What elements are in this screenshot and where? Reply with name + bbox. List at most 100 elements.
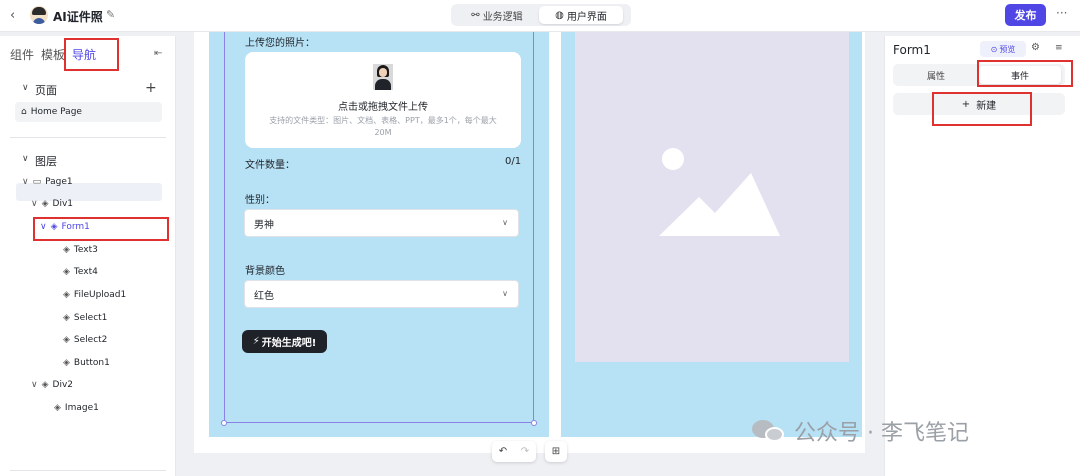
page-item-label: Home Page <box>30 107 82 117</box>
tree-item-label: Div1 <box>52 199 73 209</box>
highlight-box-events <box>977 60 1073 87</box>
highlight-box-nav <box>64 38 119 71</box>
chevron-left-icon[interactable]: ‹ <box>10 8 15 23</box>
file-count-label: 文件数量： <box>245 160 295 171</box>
tree-item-text3[interactable]: ◈ Text3 <box>63 245 98 255</box>
upload-main-text: 点击或拖拽文件上传 <box>338 102 428 113</box>
tree-item-fileupload1[interactable]: ◈ FileUpload1 <box>63 290 126 300</box>
flow-icon: ⚯ <box>471 9 480 21</box>
upload-hint-text: 支持的文件类型：图片、文档、表格、PPT，最多1个，每个最大 20M <box>269 116 497 137</box>
tree-item-div2[interactable]: ∨ ◈ Div2 <box>31 380 73 390</box>
layer-icon: ◈ <box>63 290 70 300</box>
tree-item-image1[interactable]: ◈ Image1 <box>54 403 99 413</box>
divider <box>10 137 166 138</box>
highlight-box-new <box>932 92 1032 126</box>
chevron-down-icon: ∨ <box>502 289 508 298</box>
tab-properties[interactable]: 属性 <box>895 66 977 84</box>
tree-item-page1[interactable]: ∨ ▭ Page1 <box>22 177 73 187</box>
layer-icon: ◈ <box>41 199 49 209</box>
page-icon: ▭ <box>32 177 42 187</box>
play-icon: ⊙ <box>990 44 998 54</box>
layer-icon: ◈ <box>63 267 70 277</box>
image-placeholder-icon <box>659 148 780 236</box>
tree-item-label: FileUpload1 <box>73 290 127 300</box>
home-icon: ⌂ <box>21 107 27 117</box>
chevron-down-icon: ∨ <box>22 177 29 187</box>
gear-icon[interactable]: ⚙ <box>1031 42 1040 53</box>
generate-button-label: 开始生成吧! <box>261 338 317 349</box>
tab-user-interface[interactable]: ◍ 用户界面 <box>539 6 623 24</box>
tree-item-label: Select1 <box>73 313 108 323</box>
preview-button[interactable]: ⊙ 预览 <box>980 41 1026 57</box>
layer-icon: ◈ <box>63 335 70 345</box>
layer-icon: ◈ <box>63 313 70 323</box>
palette-icon: ◍ <box>555 9 564 21</box>
tree-item-label: Select2 <box>73 335 108 345</box>
collapse-panel-icon[interactable]: ⇤ <box>154 48 162 59</box>
tree-item-label: Div2 <box>52 380 73 390</box>
add-page-icon[interactable]: + <box>145 80 157 96</box>
chevron-down-icon: ∨ <box>31 380 38 390</box>
tab-user-interface-label: 用户界面 <box>566 11 607 23</box>
redo-icon[interactable]: ↷ <box>521 446 529 457</box>
tree-item-label: Text3 <box>73 245 98 255</box>
gender-label: 性别： <box>245 195 275 206</box>
layers-section-title: 图层 <box>35 155 57 168</box>
gender-select[interactable]: 男神 ∨ <box>244 209 519 237</box>
resize-handle[interactable] <box>531 420 537 426</box>
collapse-right-panel-icon[interactable]: ≡ <box>1055 43 1063 53</box>
add-screen-button[interactable]: ⊞ <box>545 441 567 462</box>
edit-icon[interactable]: ✎ <box>106 8 115 21</box>
tree-item-text4[interactable]: ◈ Text4 <box>63 267 98 277</box>
wechat-icon <box>752 417 786 445</box>
tab-components[interactable]: 组件 <box>10 46 34 63</box>
pages-section-title: 页面 <box>35 84 57 97</box>
divider <box>10 470 166 471</box>
selected-component-title: Form1 <box>893 43 931 57</box>
bg-color-select-value: 红色 <box>254 290 274 302</box>
tree-item-select1[interactable]: ◈ Select1 <box>63 313 107 323</box>
undo-redo-bar: ↶ ↷ <box>492 441 536 462</box>
layer-icon: ◈ <box>41 380 49 390</box>
watermark: 公众号 · 李飞笔记 <box>752 413 969 449</box>
tree-item-select2[interactable]: ◈ Select2 <box>63 335 107 345</box>
bg-color-label: 背景颜色 <box>245 266 285 277</box>
tree-item-div1[interactable]: ∨ ◈ Div1 <box>31 199 73 209</box>
tree-item-label: Image1 <box>64 403 99 413</box>
highlight-box-form1 <box>33 217 169 241</box>
gender-select-value: 男神 <box>254 219 274 231</box>
tree-item-button1[interactable]: ◈ Button1 <box>63 358 110 368</box>
tab-templates[interactable]: 模板 <box>41 46 65 63</box>
undo-icon[interactable]: ↶ <box>499 446 507 457</box>
chevron-down-icon[interactable]: ∨ <box>22 83 29 93</box>
resize-handle[interactable] <box>221 420 227 426</box>
bg-color-select[interactable]: 红色 ∨ <box>244 280 519 308</box>
page-item-home[interactable]: ⌂ Home Page <box>15 102 162 122</box>
layer-icon: ◈ <box>63 245 70 255</box>
chevron-down-icon[interactable]: ∨ <box>22 154 29 164</box>
id-photo-thumbnail <box>373 64 393 90</box>
tree-item-label: Button1 <box>73 358 110 368</box>
publish-button[interactable]: 发布 <box>1005 4 1046 26</box>
top-bar: ‹ AI证件照 ✎ ⚯ 业务逻辑 ◍ 用户界面 发布 ··· <box>0 0 1080 32</box>
app-title: AI证件照 <box>53 10 103 24</box>
magic-wand-icon: ⚡ <box>252 336 260 347</box>
watermark-text: 公众号 · 李飞笔记 <box>794 421 969 446</box>
app-avatar <box>30 6 48 24</box>
tree-item-label: Text4 <box>73 267 98 277</box>
view-switcher: ⚯ 业务逻辑 ◍ 用户界面 <box>451 4 631 26</box>
tab-business-logic-label: 业务逻辑 <box>482 11 523 23</box>
tree-item-label: Page1 <box>45 177 73 187</box>
chevron-down-icon: ∨ <box>502 218 508 227</box>
add-file-icon: ⊞ <box>551 446 561 457</box>
chevron-down-icon: ∨ <box>31 199 38 209</box>
tab-business-logic[interactable]: ⚯ 业务逻辑 <box>455 6 539 24</box>
image-placeholder[interactable] <box>575 32 849 362</box>
generate-button[interactable]: ⚡ 开始生成吧! <box>242 330 327 353</box>
upload-label: 上传您的照片： <box>245 38 315 49</box>
file-count-value: 0/1 <box>505 156 522 167</box>
layer-icon: ◈ <box>54 403 61 413</box>
more-icon[interactable]: ··· <box>1056 6 1067 20</box>
layer-icon: ◈ <box>63 358 70 368</box>
preview-label: 预览 <box>999 44 1016 54</box>
